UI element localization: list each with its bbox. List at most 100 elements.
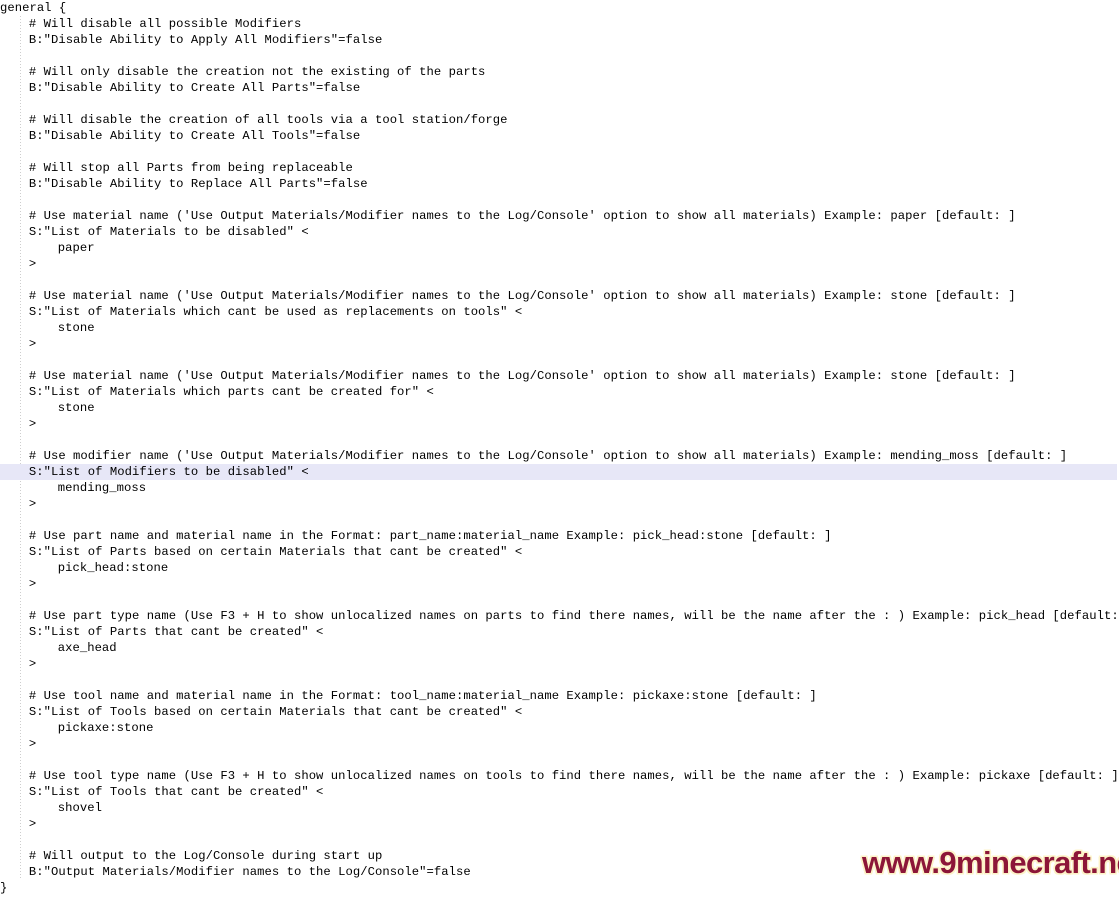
code-line[interactable]: # Use material name ('Use Output Materia… [0, 368, 1119, 384]
code-line[interactable] [0, 512, 1119, 528]
code-line[interactable]: # Use material name ('Use Output Materia… [0, 288, 1119, 304]
code-line-text: > [28, 817, 37, 831]
code-line[interactable] [0, 48, 1119, 64]
code-line[interactable] [0, 192, 1119, 208]
code-line[interactable] [0, 96, 1119, 112]
code-line-text: } [0, 881, 8, 895]
code-line[interactable]: } [0, 880, 1119, 896]
code-line-text: S:"List of Parts that cant be created" < [28, 625, 324, 639]
code-line-text: S:"List of Tools that cant be created" < [28, 785, 324, 799]
code-line-text: # Use material name ('Use Output Materia… [28, 289, 1016, 303]
code-line-text: > [28, 577, 37, 591]
code-line-text: > [28, 257, 37, 271]
code-line-text: paper [57, 241, 95, 255]
code-line-text: pickaxe:stone [57, 721, 154, 735]
code-line[interactable]: stone [0, 400, 1119, 416]
code-line[interactable]: # Use part name and material name in the… [0, 528, 1119, 544]
code-line-text: pick_head:stone [57, 561, 169, 575]
code-line[interactable]: > [0, 256, 1119, 272]
code-line-text: > [28, 737, 37, 751]
code-line-text: B:"Disable Ability to Create All Tools"=… [28, 129, 361, 143]
code-line[interactable]: # Will stop all Parts from being replace… [0, 160, 1119, 176]
code-line-text: B:"Disable Ability to Replace All Parts"… [28, 177, 368, 191]
code-line[interactable]: > [0, 496, 1119, 512]
code-line-text: S:"List of Modifiers to be disabled" < [28, 465, 309, 479]
code-line-text: shovel [57, 801, 102, 815]
code-line[interactable]: pick_head:stone [0, 560, 1119, 576]
code-line[interactable]: S:"List of Tools that cant be created" < [0, 784, 1119, 800]
code-line-text: # Use part type name (Use F3 + H to show… [28, 609, 1119, 623]
code-line[interactable] [0, 144, 1119, 160]
code-line-text: mending_moss [57, 481, 147, 495]
code-line[interactable]: > [0, 816, 1119, 832]
code-line-text: general { [0, 1, 67, 15]
code-line[interactable]: # Use part type name (Use F3 + H to show… [0, 608, 1119, 624]
code-line-text: stone [57, 401, 95, 415]
code-line[interactable]: S:"List of Materials which cant be used … [0, 304, 1119, 320]
code-line-text: S:"List of Parts based on certain Materi… [28, 545, 523, 559]
code-line-text: S:"List of Tools based on certain Materi… [28, 705, 523, 719]
code-line-text: > [28, 417, 37, 431]
code-line[interactable]: > [0, 416, 1119, 432]
code-line[interactable]: # Will disable all possible Modifiers [0, 16, 1119, 32]
config-text-editor[interactable]: general { # Will disable all possible Mod… [0, 0, 1119, 902]
code-line-selected[interactable]: S:"List of Modifiers to be disabled" < [0, 464, 1117, 480]
code-line[interactable]: # Use modifier name ('Use Output Materia… [0, 448, 1119, 464]
code-line-text: # Use modifier name ('Use Output Materia… [28, 449, 1068, 463]
code-line-text: # Use part name and material name in the… [28, 529, 832, 543]
code-line[interactable]: S:"List of Materials to be disabled" < [0, 224, 1119, 240]
code-line[interactable]: mending_moss [0, 480, 1119, 496]
site-watermark: www.9minecraft.net [862, 845, 1119, 880]
code-lines-container: general { # Will disable all possible Mod… [0, 0, 1119, 896]
code-line[interactable]: # Use material name ('Use Output Materia… [0, 208, 1119, 224]
code-line[interactable]: # Use tool name and material name in the… [0, 688, 1119, 704]
code-line[interactable] [0, 672, 1119, 688]
code-line-text: # Will stop all Parts from being replace… [28, 161, 353, 175]
code-line[interactable]: # Will only disable the creation not the… [0, 64, 1119, 80]
code-line[interactable]: general { [0, 0, 1119, 16]
code-line-text: S:"List of Materials which cant be used … [28, 305, 523, 319]
code-line[interactable]: S:"List of Materials which parts cant be… [0, 384, 1119, 400]
code-line[interactable]: B:"Disable Ability to Replace All Parts"… [0, 176, 1119, 192]
code-line-text: # Will output to the Log/Console during … [28, 849, 383, 863]
code-line[interactable]: > [0, 336, 1119, 352]
code-line[interactable] [0, 352, 1119, 368]
code-line-text: # Will disable all possible Modifiers [28, 17, 302, 31]
code-line-text: stone [57, 321, 95, 335]
code-line[interactable] [0, 592, 1119, 608]
code-line-text: # Use tool name and material name in the… [28, 689, 817, 703]
code-line[interactable]: axe_head [0, 640, 1119, 656]
code-line[interactable]: pickaxe:stone [0, 720, 1119, 736]
code-line[interactable]: paper [0, 240, 1119, 256]
code-line[interactable]: S:"List of Tools based on certain Materi… [0, 704, 1119, 720]
code-line[interactable]: # Will disable the creation of all tools… [0, 112, 1119, 128]
code-line-text: B:"Disable Ability to Apply All Modifier… [28, 33, 383, 47]
code-line-text: B:"Output Materials/Modifier names to th… [28, 865, 471, 879]
code-line-text: # Use tool type name (Use F3 + H to show… [28, 769, 1119, 783]
code-line-text: S:"List of Materials which parts cant be… [28, 385, 434, 399]
code-line-text: > [28, 337, 37, 351]
code-line-text: # Use material name ('Use Output Materia… [28, 369, 1016, 383]
code-line[interactable]: B:"Disable Ability to Create All Tools"=… [0, 128, 1119, 144]
code-line[interactable]: > [0, 736, 1119, 752]
code-line[interactable]: B:"Disable Ability to Apply All Modifier… [0, 32, 1119, 48]
code-line-text: # Will only disable the creation not the… [28, 65, 486, 79]
code-line-text: S:"List of Materials to be disabled" < [28, 225, 309, 239]
code-line-text: B:"Disable Ability to Create All Parts"=… [28, 81, 361, 95]
code-line[interactable] [0, 432, 1119, 448]
code-line-text: # Will disable the creation of all tools… [28, 113, 508, 127]
code-line[interactable]: stone [0, 320, 1119, 336]
code-line[interactable] [0, 752, 1119, 768]
code-line[interactable]: > [0, 576, 1119, 592]
code-line[interactable]: B:"Disable Ability to Create All Parts"=… [0, 80, 1119, 96]
code-line[interactable]: # Use tool type name (Use F3 + H to show… [0, 768, 1119, 784]
code-line[interactable]: S:"List of Parts that cant be created" < [0, 624, 1119, 640]
code-line[interactable]: shovel [0, 800, 1119, 816]
code-line-text: > [28, 497, 37, 511]
code-line-text: axe_head [57, 641, 117, 655]
code-line[interactable] [0, 272, 1119, 288]
code-line-text: # Use material name ('Use Output Materia… [28, 209, 1016, 223]
code-line[interactable]: S:"List of Parts based on certain Materi… [0, 544, 1119, 560]
code-line[interactable]: > [0, 656, 1119, 672]
code-line-text: > [28, 657, 37, 671]
